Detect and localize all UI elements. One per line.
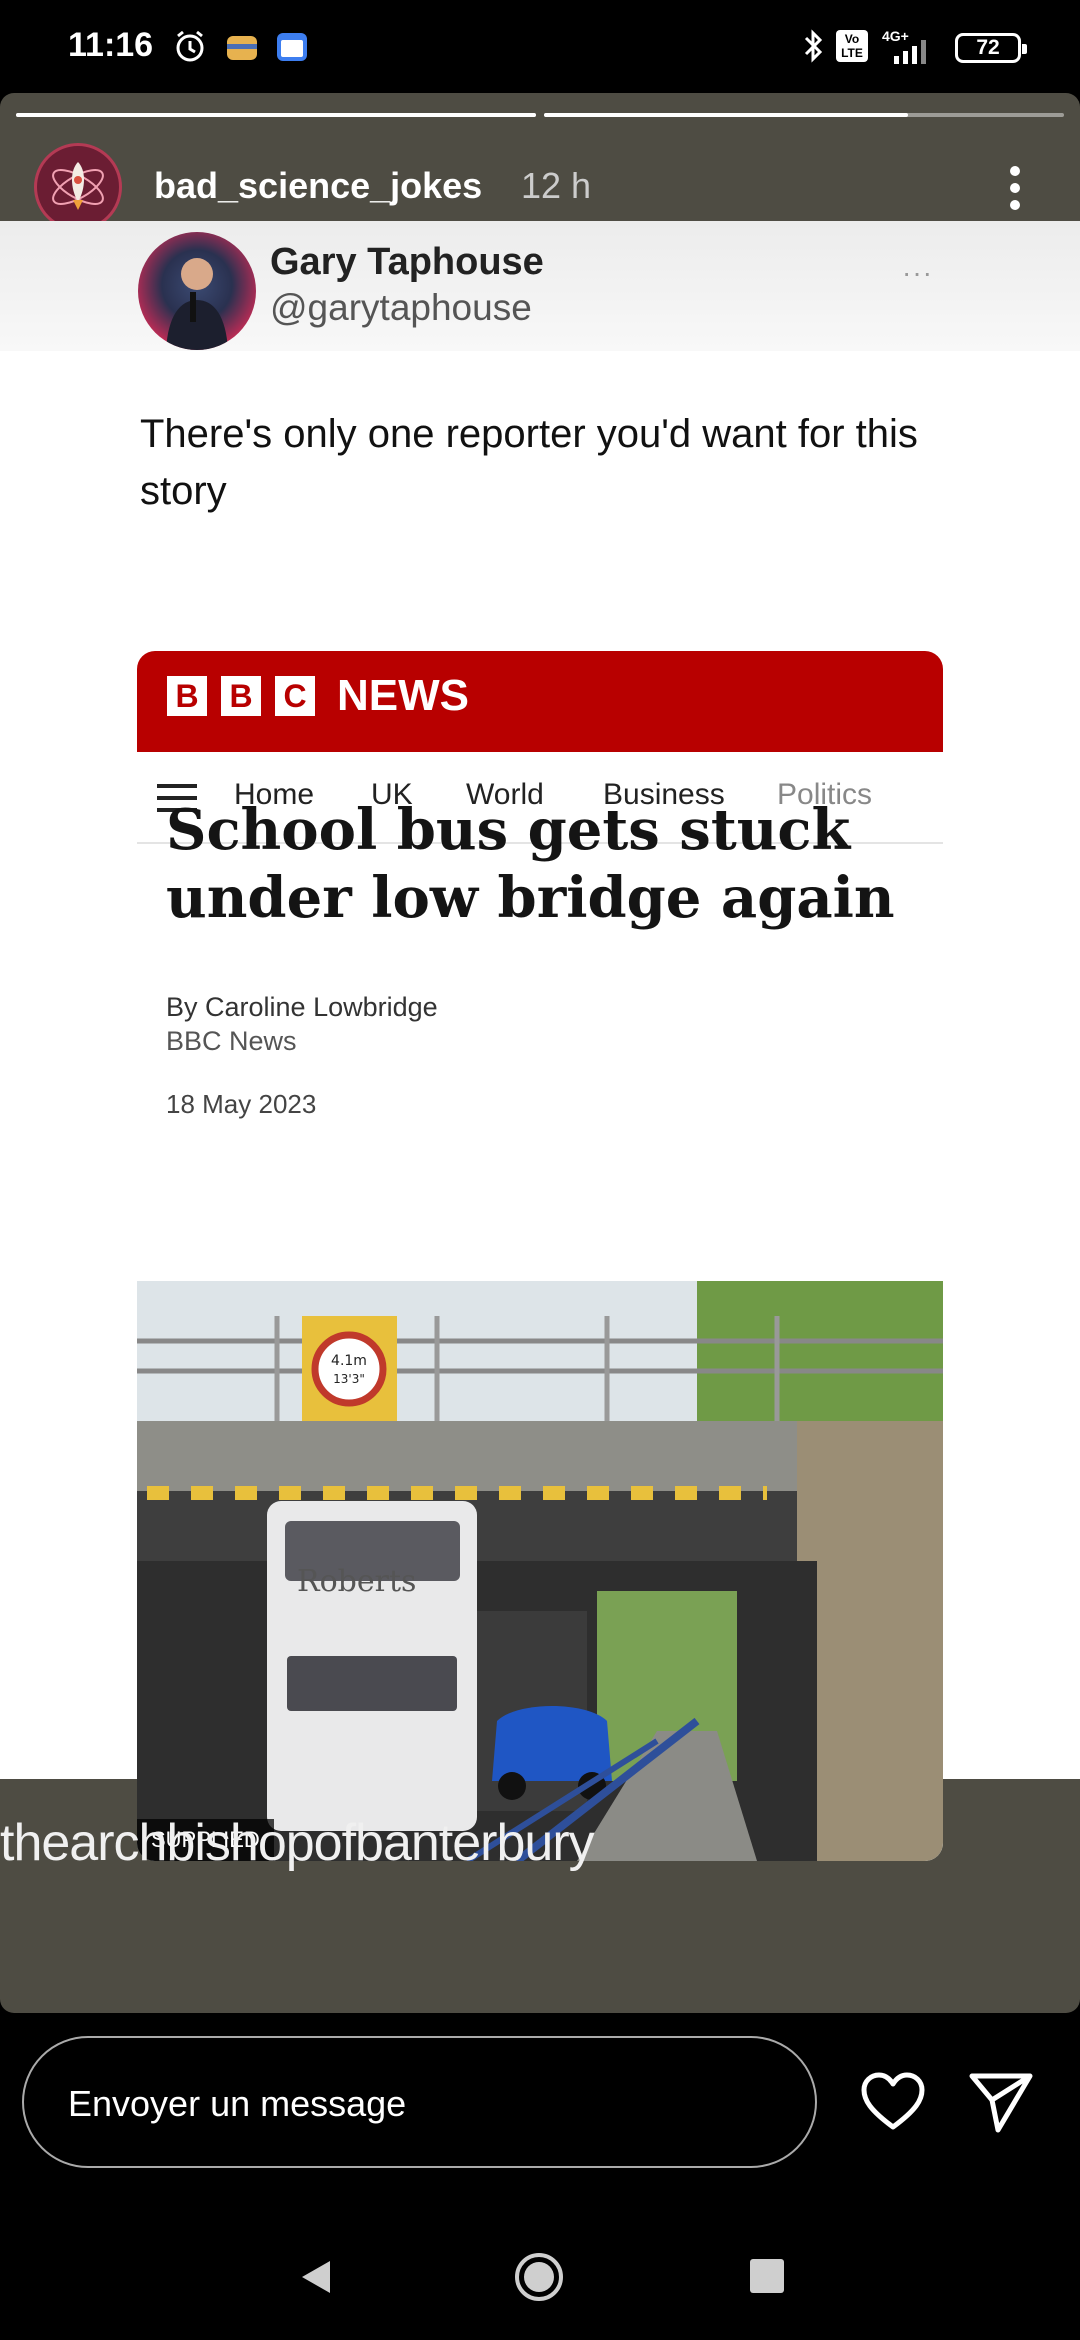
calendar-icon [277,33,307,61]
story-card[interactable]: bad_science_jokes 12 h Gary Taphouse @ga… [0,93,1080,2013]
message-placeholder: Envoyer un message [68,2083,407,2124]
volte-icon: Vo LTE [836,30,868,62]
tweet-avatar [138,232,256,350]
bbc-logo-b1: B [167,676,207,716]
back-icon[interactable] [296,2257,336,2297]
alarm-icon [176,30,204,62]
signal-icon [894,40,926,64]
story-username[interactable]: bad_science_jokes [154,165,482,207]
tweet-text: There's only one reporter you'd want for… [140,412,918,513]
app-notification-icon [227,36,257,60]
story-progress-1 [16,113,536,117]
bus-bridge-photo: Roberts 4.1m 13'3" SUPPLIED [137,1281,943,1861]
article-source: BBC News [166,1026,297,1056]
bluetooth-icon [804,29,823,63]
height-sign-imperial: 13'3" [333,1372,365,1386]
heart-icon[interactable] [860,2072,926,2132]
story-image: Gary Taphouse @garytaphouse ··· There's … [0,221,1080,1861]
avatar[interactable] [34,143,122,231]
bbc-news-brand: NEWS [337,671,469,720]
article-byline: By Caroline Lowbridge [166,992,438,1022]
height-sign-metric: 4.1m [331,1353,367,1369]
tweet-more-icon: ··· [902,257,933,288]
send-icon[interactable] [968,2068,1034,2134]
atom-rocket-icon [52,162,104,210]
status-bar: 11:16 Vo LTE 4G+ 72 [0,0,1080,95]
tweet-author-name: Gary Taphouse [270,241,544,283]
story-age: 12 h [521,165,592,206]
tweet-author-handle: @garytaphouse [270,287,532,328]
more-options-icon[interactable] [1000,163,1030,213]
article-date: 18 May 2023 [166,1089,317,1119]
clock: 11:16 [68,26,154,64]
message-input[interactable]: Envoyer un message [22,2036,817,2168]
story-progress-2 [544,113,1064,117]
story-caption: thearchbishopofbanterbury [0,1814,595,1872]
bbc-logo-b2: B [221,676,261,716]
bus-brand: Roberts [297,1564,416,1599]
article-headline: School bus gets stuck under low bridge a… [166,797,895,931]
recent-apps-icon[interactable] [750,2259,784,2293]
bbc-logo-c: C [275,676,315,716]
bbc-news-header: B B C NEWS [137,651,943,752]
home-icon[interactable] [512,2250,566,2304]
battery-icon: 72 [955,33,1027,63]
